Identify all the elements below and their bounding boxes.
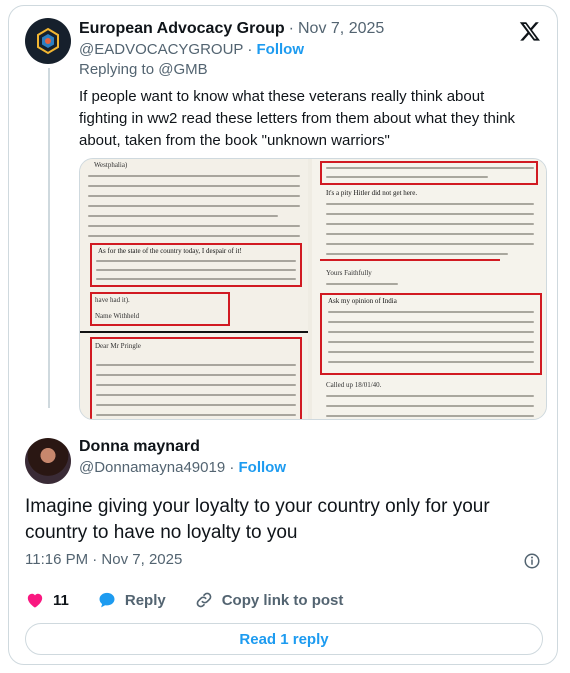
highlight-box [320, 161, 538, 185]
copy-link-button[interactable]: Copy link to post [194, 590, 344, 610]
x-logo-icon[interactable] [519, 20, 541, 42]
author-handle[interactable]: @EADVOCACYGROUP [79, 41, 243, 58]
author-name[interactable]: European Advocacy Group [79, 18, 285, 40]
book-page-right: It's a pity Hitler did not get here. You… [312, 159, 546, 419]
book-page-left: Westphalia) As for the state of the coun… [80, 159, 308, 419]
action-bar: 11 Reply Copy link to post [25, 588, 371, 612]
tweet-embed-card: European Advocacy Group · Nov 7, 2025 @E… [8, 5, 558, 665]
post-date[interactable]: Nov 7, 2025 [298, 18, 384, 40]
eag-logo-icon [37, 27, 59, 55]
separator-dot: · [229, 459, 235, 476]
read-replies-button[interactable]: Read 1 reply [25, 623, 543, 655]
follow-button[interactable]: Follow [239, 459, 287, 476]
page-snippet: It's a pity Hitler did not get here. [326, 189, 418, 197]
page-snippet: Yours Faithfully [326, 269, 372, 277]
author-name[interactable]: Donna maynard [79, 436, 286, 458]
page-snippet: Westphalia) [94, 161, 128, 169]
avatar-european-advocacy-group[interactable] [25, 18, 71, 64]
link-icon [196, 592, 212, 608]
post-timestamp[interactable]: 11:16 PM · Nov 7, 2025 [25, 550, 182, 570]
like-count: 11 [53, 591, 69, 609]
page-snippet: Name Withheld [95, 312, 140, 320]
thread-connector-line [48, 68, 50, 408]
info-icon[interactable] [523, 552, 541, 570]
page-snippet: As for the state of the country today, I… [98, 247, 242, 255]
author-handle[interactable]: @Donnamayna49019 [79, 459, 225, 476]
copy-link-label: Copy link to post [221, 591, 344, 609]
replying-to: Replying to @GMB [79, 61, 208, 78]
heart-icon [27, 593, 43, 608]
avatar-donna-maynard[interactable] [25, 438, 71, 484]
tweet-text: If people want to know what these vetera… [79, 88, 516, 149]
reply-button[interactable]: Reply [97, 590, 166, 610]
like-button[interactable]: 11 [25, 590, 69, 610]
page-snippet: Ask my opinion of India [328, 297, 397, 305]
reply-label: Reply [124, 591, 166, 609]
page-snippet: Called up 18/01/40. [326, 381, 382, 389]
page-snippet: Dear Mr Pringle [95, 342, 141, 350]
follow-button[interactable]: Follow [257, 41, 305, 58]
separator-dot: · [288, 20, 294, 37]
reply-bubble-icon [99, 592, 115, 608]
reply-text: Imagine giving your loyalty to your coun… [25, 496, 490, 543]
page-snippet: have had it). [95, 296, 130, 304]
separator-dot: · [247, 41, 253, 58]
underline-mark [320, 259, 500, 261]
tweet-media-image[interactable]: Westphalia) As for the state of the coun… [79, 158, 547, 420]
parent-tweet: European Advocacy Group · Nov 7, 2025 @E… [9, 6, 557, 420]
page-divider [80, 331, 308, 333]
